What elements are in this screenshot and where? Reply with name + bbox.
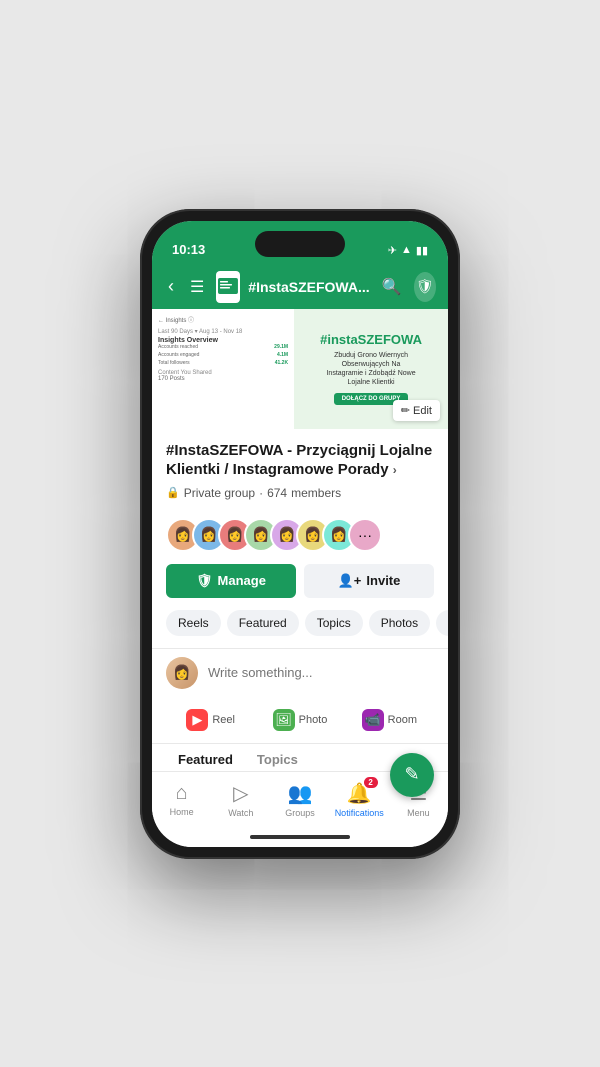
members-count: 674 [267, 486, 287, 500]
airplane-icon: ✈ [388, 244, 397, 257]
menu-button[interactable]: ☰ [186, 273, 208, 301]
phone-screen: 10:13 ✈ ▲ ▮▮ ‹ ☰ #InstaSZEFOWA... 🔍 [152, 221, 448, 847]
insights-posts: 170 Posts [158, 376, 288, 382]
shield-icon: 🛡 [416, 278, 434, 295]
cover-insights: ← Insights ⓘ Last 90 Days ▾ Aug 13 - Nov… [152, 309, 294, 429]
nav-notifications[interactable]: 🔔 2 Notifications [330, 777, 389, 822]
invite-button[interactable]: 👤+ Invite [304, 564, 434, 598]
status-icons: ✈ ▲ ▮▮ [388, 244, 428, 257]
phone-frame: 10:13 ✈ ▲ ▮▮ ‹ ☰ #InstaSZEFOWA... 🔍 [140, 209, 460, 859]
user-avatar: 👩 [166, 657, 198, 689]
insights-title: Insights Overview [158, 337, 288, 344]
group-info: #InstaSZEFOWA - Przyciągnij Lojalne Klie… [152, 429, 448, 518]
search-button[interactable]: 🔍 [378, 273, 406, 301]
content-area: #InstaSZEFOWA - Przyciągnij Lojalne Klie… [152, 429, 448, 771]
header-title: #InstaSZEFOWA... [248, 279, 369, 295]
tab-featured[interactable]: Featured [227, 610, 299, 636]
home-bar [250, 835, 350, 839]
reel-button[interactable]: ▶ Reel [166, 703, 255, 737]
manage-shield-icon: 🛡 [196, 573, 213, 589]
home-indicator [152, 827, 448, 847]
battery-icon: ▮▮ [416, 244, 428, 257]
nav-groups[interactable]: 👥 Groups [270, 777, 329, 822]
header-nav: ‹ ☰ #InstaSZEFOWA... 🔍 🛡 [152, 265, 448, 309]
dynamic-island [255, 231, 345, 257]
notification-wrapper: 🔔 2 [347, 781, 372, 806]
photo-button[interactable]: 🖼 Photo [255, 703, 344, 737]
media-buttons: ▶ Reel 🖼 Photo 📹 Room [152, 697, 448, 744]
nav-menu-label: Menu [407, 808, 430, 818]
compose-icon: ✎ [404, 764, 419, 785]
reel-icon: ▶ [186, 709, 208, 731]
shield-button[interactable]: 🛡 [414, 272, 436, 302]
notification-badge: 2 [364, 777, 378, 788]
groups-icon: 👥 [288, 781, 313, 806]
nav-notifications-label: Notifications [335, 808, 384, 818]
category-tabs: Reels Featured Topics Photos Files [152, 610, 448, 636]
edit-cover-button[interactable]: ✏ Edit [393, 400, 440, 421]
write-bar: 👩 [152, 648, 448, 697]
tab-topics[interactable]: Topics [305, 610, 363, 636]
wifi-icon: ▲ [401, 244, 412, 256]
cover-area: ← Insights ⓘ Last 90 Days ▾ Aug 13 - Nov… [152, 309, 448, 429]
back-button[interactable]: ‹ [164, 272, 178, 301]
manage-button[interactable]: 🛡 Manage [166, 564, 296, 598]
status-time: 10:13 [172, 242, 205, 257]
privacy-label: Private group [184, 486, 255, 500]
write-input[interactable] [208, 665, 434, 680]
tab-files[interactable]: Files [436, 610, 448, 636]
members-label: members [291, 486, 341, 500]
cover-hashtag: #instaSZEFOWA [320, 332, 422, 347]
insights-rows: Accounts reached29.1M Accounts engaged4.… [158, 344, 288, 366]
invite-person-icon: 👤+ [338, 573, 362, 589]
chevron-right-icon: › [393, 463, 397, 477]
avatar[interactable]: ··· [348, 518, 382, 552]
group-meta: 🔒 Private group · 674 members [166, 486, 434, 500]
action-buttons: 🛡 Manage 👤+ Invite [152, 564, 448, 598]
content-tab-topics[interactable]: Topics [245, 744, 310, 771]
nav-home-label: Home [170, 807, 194, 817]
nav-groups-label: Groups [285, 808, 315, 818]
group-title: #InstaSZEFOWA - Przyciągnij Lojalne Klie… [166, 441, 434, 480]
room-icon: 📹 [362, 709, 384, 731]
tab-reels[interactable]: Reels [166, 610, 221, 636]
cover-promo-text: Zbuduj Grono Wiernych Obserwujących Na I… [326, 351, 415, 387]
nav-watch[interactable]: ▷ Watch [211, 777, 270, 822]
tab-photos[interactable]: Photos [369, 610, 430, 636]
home-icon: ⌂ [176, 782, 188, 805]
member-avatars: 👩 👩 👩 👩 👩 👩 👩 ··· [152, 518, 448, 552]
group-logo [216, 271, 240, 303]
nav-home[interactable]: ⌂ Home [152, 778, 211, 821]
content-tab-featured[interactable]: Featured [166, 744, 245, 771]
lock-icon: 🔒 [166, 486, 180, 499]
room-button[interactable]: 📹 Room [345, 703, 434, 737]
nav-watch-label: Watch [228, 808, 253, 818]
insights-period: Last 90 Days ▾ Aug 13 - Nov 18 [158, 328, 288, 335]
compose-fab-button[interactable]: ✎ [390, 753, 434, 797]
photo-icon: 🖼 [273, 709, 295, 731]
watch-icon: ▷ [233, 781, 248, 806]
